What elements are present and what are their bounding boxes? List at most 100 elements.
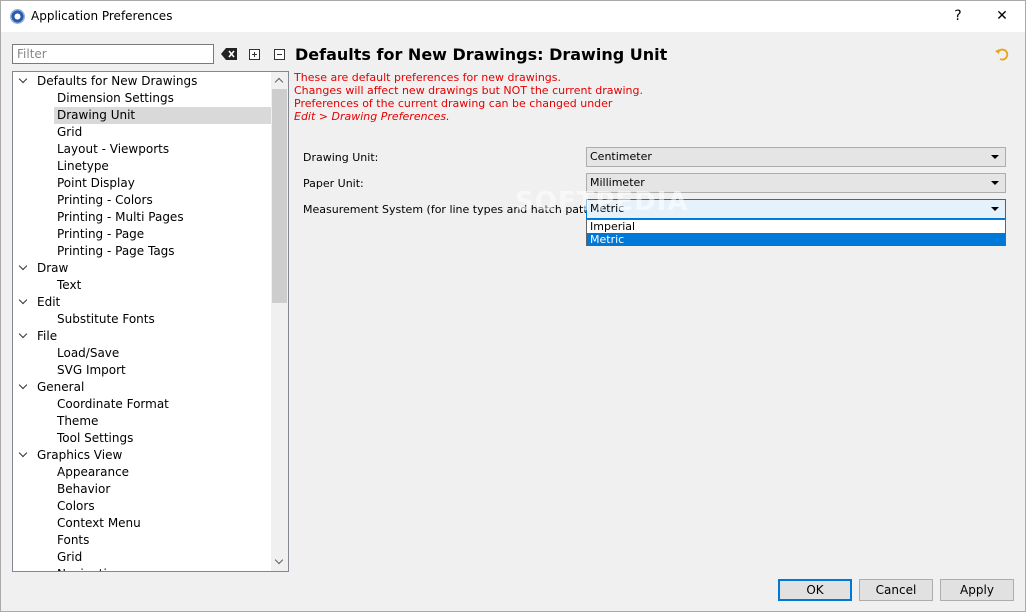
tree-item-label: Behavior: [57, 482, 111, 496]
tree-item[interactable]: Colors: [13, 498, 95, 515]
tree-item[interactable]: Graphics View: [13, 447, 122, 464]
tree-item-label: Load/Save: [57, 346, 120, 360]
tree-item-label: Dimension Settings: [57, 91, 174, 105]
preferences-tree[interactable]: Navigation Grid Fonts Context Menu Colors Beh…: [12, 71, 289, 572]
tree-item[interactable]: Navigation: [13, 566, 122, 571]
tree-item[interactable]: Layout - Viewports: [13, 141, 169, 158]
option-imperial[interactable]: Imperial: [587, 220, 1005, 233]
expand-all-button[interactable]: [245, 45, 263, 63]
help-button[interactable]: ?: [943, 5, 973, 27]
tree-item-label: Navigation: [57, 567, 122, 571]
ok-button[interactable]: OK: [778, 579, 852, 601]
notice-line-2: Changes will affect new drawings but NOT…: [294, 84, 644, 97]
tree-item-label: Defaults for New Drawings: [37, 74, 198, 88]
notice-line-3: Preferences of the current drawing can b…: [294, 97, 613, 110]
chevron-down-icon[interactable]: [19, 450, 27, 458]
tree-item[interactable]: Printing - Colors: [13, 192, 153, 209]
paper-unit-label: Paper Unit:: [303, 177, 364, 190]
tree-item[interactable]: Load/Save: [13, 345, 119, 362]
clear-icon: [221, 48, 237, 60]
chevron-down-icon[interactable]: [19, 297, 27, 305]
tree-item-label: General: [37, 380, 85, 394]
tree-scrollbar[interactable]: [271, 72, 288, 571]
tree-item[interactable]: Appearance: [13, 464, 129, 481]
filter-input[interactable]: [12, 44, 214, 64]
chevron-down-icon: [991, 207, 999, 211]
chevron-down-icon: [991, 155, 999, 159]
tree-item[interactable]: Point Display: [13, 175, 135, 192]
tree-item[interactable]: Printing - Multi Pages: [13, 209, 184, 226]
chevron-down-icon[interactable]: [19, 382, 27, 390]
tree-item[interactable]: Theme: [13, 413, 98, 430]
notice-link[interactable]: Edit > Drawing Preferences.: [294, 110, 450, 123]
reset-icon[interactable]: [995, 47, 1009, 61]
tree-item[interactable]: Defaults for New Drawings: [13, 73, 197, 90]
apply-button[interactable]: Apply: [940, 579, 1014, 601]
drawing-unit-select[interactable]: Centimeter: [586, 147, 1006, 167]
tree-item-label: Draw: [37, 261, 69, 275]
tree-item[interactable]: Behavior: [13, 481, 110, 498]
tree-item-label: SVG Import: [57, 363, 126, 377]
tree-item-label: Edit: [37, 295, 61, 309]
close-button[interactable]: ✕: [987, 5, 1017, 27]
tree-item[interactable]: Printing - Page: [13, 226, 144, 243]
chevron-down-icon: [991, 181, 999, 185]
tree-item-label: Point Display: [57, 176, 135, 190]
tree-item-label: Fonts: [57, 533, 90, 547]
chevron-down-icon[interactable]: [19, 263, 27, 271]
tree-item-label: Context Menu: [57, 516, 141, 530]
cancel-button[interactable]: Cancel: [859, 579, 933, 601]
tree-item-label: Graphics View: [37, 448, 123, 462]
tree-item[interactable]: Grid: [13, 124, 82, 141]
page-title: Defaults for New Drawings: Drawing Unit: [295, 45, 668, 64]
collapse-all-button[interactable]: [270, 45, 288, 63]
scroll-thumb[interactable]: [272, 89, 287, 303]
tree-item-label: Tool Settings: [57, 431, 134, 445]
window-title: Application Preferences: [31, 9, 173, 23]
tree-item-label: Printing - Page: [57, 227, 145, 241]
tree-item[interactable]: SVG Import: [13, 362, 126, 379]
watermark: SOFTPEDIA: [515, 187, 689, 217]
tree-item[interactable]: Fonts: [13, 532, 89, 549]
tree-item[interactable]: Coordinate Format: [13, 396, 169, 413]
tree-item[interactable]: Edit: [13, 294, 60, 311]
clear-filter-button[interactable]: [220, 45, 238, 63]
chevron-down-icon[interactable]: [19, 76, 27, 84]
tree-item[interactable]: General: [13, 379, 84, 396]
tree-item-label: Theme: [57, 414, 99, 428]
collapse-all-icon: [273, 48, 285, 60]
drawing-unit-label: Drawing Unit:: [303, 151, 379, 164]
tree-item[interactable]: Printing - Page Tags: [13, 243, 175, 260]
preferences-dialog: Application Preferences ? ✕ Navigation Gr…: [0, 0, 1026, 612]
tree-item[interactable]: Substitute Fonts: [13, 311, 155, 328]
tree-item-label: Text: [57, 278, 82, 292]
tree-item[interactable]: File: [13, 328, 57, 345]
measurement-system-dropdown: Imperial Metric: [586, 219, 1006, 246]
title-bar: Application Preferences ? ✕: [1, 1, 1025, 32]
tree-item[interactable]: Grid: [13, 549, 82, 566]
tree-item-label: Linetype: [57, 159, 109, 173]
option-metric[interactable]: Metric: [587, 233, 1005, 246]
drawing-unit-value: Centimeter: [590, 150, 652, 163]
scroll-down-icon[interactable]: [271, 554, 288, 571]
tree-item-label: Coordinate Format: [57, 397, 169, 411]
tree-item[interactable]: Draw: [13, 260, 68, 277]
tree-item-label: Drawing Unit: [54, 107, 272, 124]
tree-item-label: File: [37, 329, 58, 343]
tree-item-label: Appearance: [57, 465, 130, 479]
tree-item-label: Layout - Viewports: [57, 142, 170, 156]
tree-item-label: Grid: [57, 125, 83, 139]
notice-line-1: These are default preferences for new dr…: [294, 71, 562, 84]
app-icon: [10, 9, 25, 24]
chevron-down-icon[interactable]: [19, 331, 27, 339]
scroll-up-icon[interactable]: [271, 72, 288, 89]
tree-item[interactable]: Dimension Settings: [13, 90, 174, 107]
tree-item[interactable]: Drawing Unit: [13, 107, 272, 124]
tree-item[interactable]: Linetype: [13, 158, 109, 175]
tree-item[interactable]: Context Menu: [13, 515, 141, 532]
tree-item-label: Substitute Fonts: [57, 312, 155, 326]
tree-item[interactable]: Tool Settings: [13, 430, 133, 447]
tree-item-label: Printing - Colors: [57, 193, 153, 207]
tree-item-label: Grid: [57, 550, 83, 564]
tree-item[interactable]: Text: [13, 277, 81, 294]
